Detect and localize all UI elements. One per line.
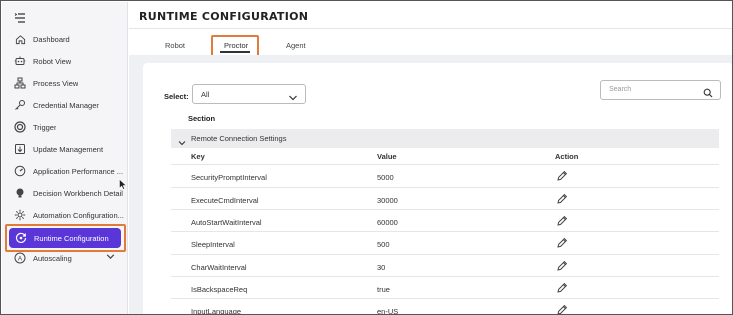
row-key: SecurityPromptInterval xyxy=(191,173,267,182)
search-placeholder: Search xyxy=(609,86,632,93)
home-icon xyxy=(12,31,28,47)
sidebar-item-update-management[interactable]: Update Management xyxy=(6,139,124,159)
row-key: IsBackspaceReq xyxy=(191,285,248,294)
sidebar-item-autoscaling[interactable]: A Autoscaling xyxy=(6,248,124,268)
select-label: Select: xyxy=(164,92,189,101)
sidebar-item-runtime-configuration[interactable]: Runtime Configuration xyxy=(9,228,121,248)
key-icon xyxy=(12,97,28,113)
sidebar-item-dashboard[interactable]: Dashboard xyxy=(6,29,124,49)
sidebar-item-automation-configuration[interactable]: Automation Configuration... xyxy=(6,205,124,225)
table-row: AutoStartWaitInterval 60000 xyxy=(171,209,719,231)
table-row: SleepInterval 500 xyxy=(171,231,719,253)
search-input[interactable]: Search xyxy=(600,80,721,100)
app-window: Dashboard Robot View Process View Creden… xyxy=(0,0,733,315)
group-row-remote-connection[interactable]: Remote Connection Settings xyxy=(171,129,719,148)
configuration-card: Select: All Search Section Remote Connec… xyxy=(143,63,732,315)
mouse-cursor-icon xyxy=(119,177,127,195)
row-key: CharWaitInterval xyxy=(191,263,247,272)
menu-toggle-icon[interactable] xyxy=(13,11,27,25)
row-key: ExecuteCmdInterval xyxy=(191,196,259,205)
trigger-icon xyxy=(12,119,28,135)
section-select[interactable]: All xyxy=(192,84,306,104)
content-panel: Select: All Search Section Remote Connec… xyxy=(129,55,732,315)
runtime-icon xyxy=(13,230,29,246)
robot-icon xyxy=(12,53,28,69)
group-label: Remote Connection Settings xyxy=(191,134,287,143)
select-value: All xyxy=(201,90,210,99)
table-row: SecurityPromptInterval 5000 xyxy=(171,164,719,186)
gear-icon xyxy=(12,207,28,223)
row-value: 30 xyxy=(377,263,386,272)
sidebar-item-robot-view[interactable]: Robot View xyxy=(6,51,124,71)
svg-text:A: A xyxy=(18,256,23,263)
process-icon xyxy=(12,75,28,91)
section-column-header: Section xyxy=(188,114,216,123)
edit-pencil-icon[interactable] xyxy=(556,170,568,182)
row-key: SleepInterval xyxy=(191,240,235,249)
column-header-action: Action xyxy=(555,152,579,161)
edit-pencil-icon[interactable] xyxy=(556,215,568,227)
speedometer-icon xyxy=(12,163,28,179)
sidebar-item-application-performance[interactable]: Application Performance ... xyxy=(6,161,124,181)
column-header-key: Key xyxy=(191,152,205,161)
column-header-value: Value xyxy=(377,152,397,161)
tab-proctor[interactable]: Proctor xyxy=(224,41,248,50)
edit-pencil-icon[interactable] xyxy=(556,260,568,272)
row-key: InputLanguage xyxy=(191,307,242,315)
page-title: RUNTIME CONFIGURATION xyxy=(139,10,309,23)
sidebar-item-trigger[interactable]: Trigger xyxy=(6,117,124,137)
edit-pencil-icon[interactable] xyxy=(556,237,568,249)
edit-pencil-icon[interactable] xyxy=(556,304,568,314)
main-content: RUNTIME CONFIGURATION Robot Proctor Agen… xyxy=(129,2,732,315)
tab-active-indicator xyxy=(220,51,250,53)
row-value: 30000 xyxy=(377,196,398,205)
edit-pencil-icon[interactable] xyxy=(556,282,568,294)
table-row: CharWaitInterval 30 xyxy=(171,254,719,276)
tab-robot[interactable]: Robot xyxy=(165,41,185,50)
sidebar-item-credential-manager[interactable]: Credential Manager xyxy=(6,95,124,115)
search-icon[interactable] xyxy=(703,85,713,103)
table-row: IsBackspaceReq true xyxy=(171,276,719,298)
autoscaling-icon: A xyxy=(12,250,28,266)
sidebar-item-decision-workbench[interactable]: Decision Workbench Detail xyxy=(6,183,124,203)
edit-pencil-icon[interactable] xyxy=(556,193,568,205)
row-value: en-US xyxy=(377,307,399,315)
row-value: true xyxy=(377,285,390,294)
row-value: 5000 xyxy=(377,173,394,182)
update-icon xyxy=(12,141,28,157)
chevron-down-icon[interactable] xyxy=(105,251,116,264)
row-value: 500 xyxy=(377,240,390,249)
table-row: ExecuteCmdInterval 30000 xyxy=(171,187,719,209)
sidebar: Dashboard Robot View Process View Creden… xyxy=(2,2,128,314)
bulb-icon xyxy=(12,185,28,201)
row-value: 60000 xyxy=(377,218,398,227)
chevron-down-icon[interactable] xyxy=(178,134,186,152)
tab-agent[interactable]: Agent xyxy=(286,41,306,50)
chevron-down-icon xyxy=(288,90,298,108)
row-key: AutoStartWaitInterval xyxy=(191,218,262,227)
table-row: InputLanguage en-US xyxy=(171,298,719,315)
sidebar-item-process-view[interactable]: Process View xyxy=(6,73,124,93)
